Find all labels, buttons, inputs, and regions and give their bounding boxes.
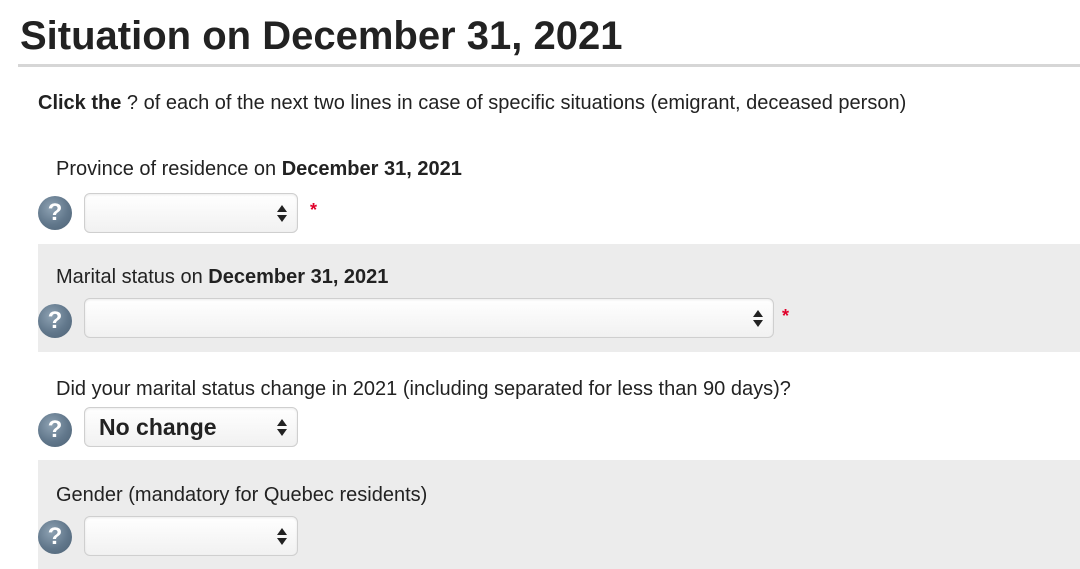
marital-change-select-value: No change — [99, 414, 217, 440]
up-down-arrows-icon — [277, 526, 287, 546]
gender-help-icon[interactable]: ? — [38, 520, 72, 554]
marital-label-date: December 31, 2021 — [208, 266, 389, 288]
gender-label: Gender (mandatory for Quebec residents) — [56, 484, 428, 506]
province-label: Province of residence on December 31, 20… — [56, 156, 462, 182]
marital-change-row: Did your marital status change in 2021 (… — [38, 352, 1080, 460]
up-down-arrows-icon — [753, 308, 763, 328]
province-select[interactable] — [84, 193, 298, 233]
marital-label-prefix: Marital status on — [56, 266, 209, 288]
intro-text: Click the ? of each of the next two line… — [38, 90, 906, 116]
intro-rest: ? of each of the next two lines in case … — [121, 92, 907, 114]
up-down-arrows-icon — [277, 417, 287, 437]
province-label-date: December 31, 2021 — [281, 158, 462, 180]
marital-label: Marital status on December 31, 2021 — [56, 264, 388, 290]
page-title: Situation on December 31, 2021 — [20, 14, 623, 58]
intro-bold: Click the — [38, 92, 122, 114]
gender-select[interactable] — [84, 516, 298, 556]
province-row: Province of residence on December 31, 20… — [38, 148, 1080, 244]
marital-change-label: Did your marital status change in 2021 (… — [56, 378, 791, 400]
gender-row: Gender (mandatory for Quebec residents) … — [38, 460, 1080, 569]
province-help-icon[interactable]: ? — [38, 196, 72, 230]
province-required-mark: * — [310, 200, 318, 220]
page: Situation on December 31, 2021 Click the… — [0, 0, 1080, 569]
title-divider — [18, 64, 1080, 67]
marital-required-mark: * — [782, 306, 790, 326]
up-down-arrows-icon — [277, 203, 287, 223]
marital-change-help-icon[interactable]: ? — [38, 413, 72, 447]
province-label-prefix: Province of residence on — [56, 158, 282, 180]
marital-select[interactable] — [84, 298, 774, 338]
marital-row: Marital status on December 31, 2021 ? * — [38, 244, 1080, 352]
marital-help-icon[interactable]: ? — [38, 304, 72, 338]
marital-change-select[interactable]: No change — [84, 407, 298, 447]
